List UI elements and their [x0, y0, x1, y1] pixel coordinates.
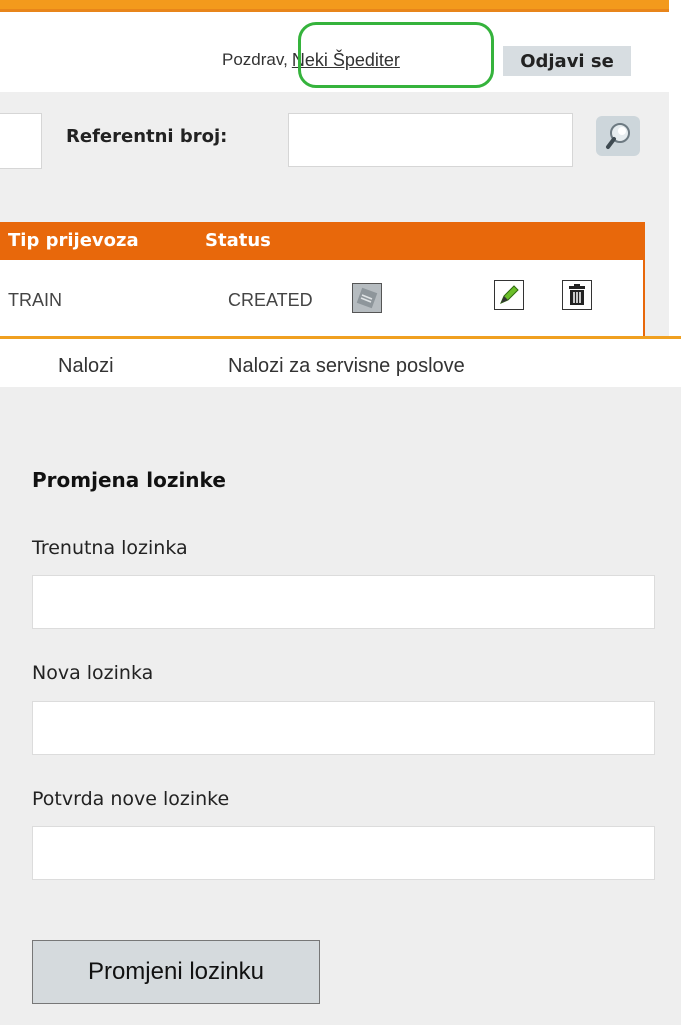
current-password-field[interactable]	[32, 575, 655, 629]
cell-transport-type: TRAIN	[8, 290, 62, 310]
current-password-label: Trenutna lozinka	[32, 537, 188, 559]
edit-pencil-icon[interactable]	[494, 280, 524, 310]
cell-status: CREATED	[228, 290, 313, 310]
top-panel: Pozdrav, Neki Špediter Odjavi se Referen…	[0, 0, 681, 336]
new-password-label: Nova lozinka	[32, 662, 154, 684]
filter-input-partial[interactable]	[0, 113, 42, 169]
pencil-icon-glyph	[500, 285, 519, 304]
orders-table-header: Tip prijevoza Status	[0, 222, 645, 260]
nav-item-service-orders[interactable]: Nalozi za servisne poslove	[228, 355, 465, 378]
change-password-button[interactable]: Promjeni lozinku	[32, 940, 320, 1004]
nav-item-nalozi[interactable]: Nalozi	[58, 355, 114, 378]
greeting-prefix: Pozdrav,	[222, 50, 288, 69]
username-highlight-annotation	[298, 22, 494, 88]
main-nav: Nalozi Nalozi za servisne poslove	[0, 339, 681, 387]
trash-icon-glyph	[569, 284, 585, 305]
logout-button[interactable]: Odjavi se	[503, 46, 631, 76]
column-header-transport-type[interactable]: Tip prijevoza	[8, 230, 139, 251]
search-button[interactable]	[596, 116, 640, 156]
ref-number-label: Referentni broj:	[66, 126, 228, 147]
table-row: TRAIN CREATED	[0, 260, 645, 336]
document-icon[interactable]	[352, 283, 382, 313]
top-orange-strip	[0, 0, 669, 12]
document-icon-glyph	[356, 287, 378, 309]
column-header-status[interactable]: Status	[205, 230, 271, 251]
new-password-field[interactable]	[32, 701, 655, 755]
confirm-password-field[interactable]	[32, 826, 655, 880]
magnifier-icon	[606, 123, 630, 149]
confirm-password-label: Potvrda nove lozinke	[32, 788, 230, 810]
trash-icon[interactable]	[562, 280, 592, 310]
ref-number-input[interactable]	[288, 113, 573, 167]
form-title: Promjena lozinke	[32, 468, 226, 492]
